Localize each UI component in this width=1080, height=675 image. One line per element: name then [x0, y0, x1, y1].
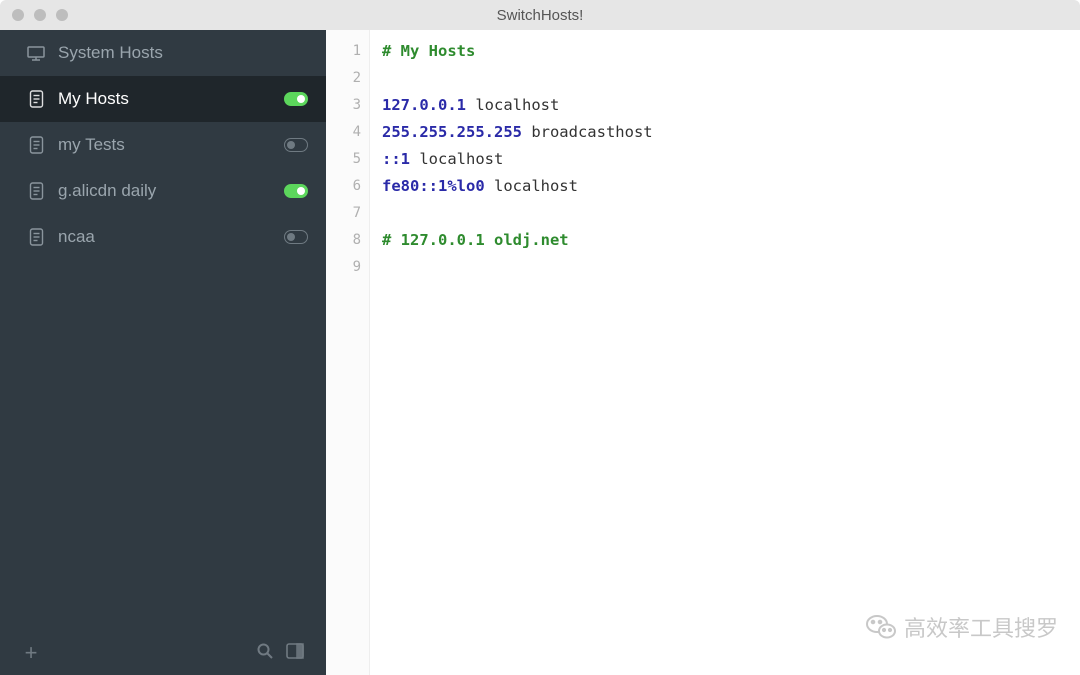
- code-line[interactable]: # 127.0.0.1 oldj.net: [382, 227, 1068, 254]
- comment-token: # My Hosts: [382, 42, 475, 60]
- code-line[interactable]: 255.255.255.255 broadcasthost: [382, 119, 1068, 146]
- ip-token: 127.0.0.1: [382, 96, 466, 114]
- sidebar-item[interactable]: g.alicdn daily: [0, 168, 326, 214]
- document-icon: [26, 90, 46, 108]
- line-number: 8: [326, 227, 369, 254]
- code-line[interactable]: [382, 65, 1068, 92]
- ip-token: ::1: [382, 150, 410, 168]
- sidebar-item-system-hosts[interactable]: System Hosts: [0, 30, 326, 76]
- host-token: localhost: [466, 96, 559, 114]
- add-button[interactable]: +: [16, 638, 46, 668]
- sidebar-item-label: System Hosts: [58, 43, 308, 63]
- code-line[interactable]: # My Hosts: [382, 38, 1068, 65]
- toggle-switch[interactable]: [284, 92, 308, 106]
- plus-icon: +: [25, 642, 38, 664]
- document-icon: [26, 182, 46, 200]
- sidebar: System Hosts My Hosts my Tests g.alicdn da…: [0, 30, 326, 675]
- panel-icon: [286, 643, 304, 664]
- line-number: 1: [326, 38, 369, 65]
- line-number: 3: [326, 92, 369, 119]
- code-line[interactable]: fe80::1%lo0 localhost: [382, 173, 1068, 200]
- document-icon: [26, 136, 46, 154]
- line-number: 2: [326, 65, 369, 92]
- host-token: localhost: [485, 177, 578, 195]
- sidebar-item[interactable]: ncaa: [0, 214, 326, 260]
- line-gutter: 123456789: [326, 30, 370, 675]
- code-line[interactable]: [382, 200, 1068, 227]
- host-token: broadcasthost: [522, 123, 653, 141]
- titlebar: SwitchHosts!: [0, 0, 1080, 30]
- host-token: localhost: [410, 150, 503, 168]
- code-area[interactable]: # My Hosts127.0.0.1 localhost255.255.255…: [370, 30, 1080, 675]
- sidebar-item-label: g.alicdn daily: [58, 181, 284, 201]
- ip-token: fe80::1%lo0: [382, 177, 485, 195]
- code-line[interactable]: 127.0.0.1 localhost: [382, 92, 1068, 119]
- sidebar-item-label: My Hosts: [58, 89, 284, 109]
- toggle-switch[interactable]: [284, 184, 308, 198]
- line-number: 9: [326, 254, 369, 281]
- sidebar-item-label: ncaa: [58, 227, 284, 247]
- line-number: 7: [326, 200, 369, 227]
- sidebar-list: System Hosts My Hosts my Tests g.alicdn da…: [0, 30, 326, 631]
- sidebar-item-label: my Tests: [58, 135, 284, 155]
- window-title: SwitchHosts!: [0, 7, 1080, 24]
- line-number: 5: [326, 146, 369, 173]
- code-line[interactable]: ::1 localhost: [382, 146, 1068, 173]
- toggle-switch[interactable]: [284, 138, 308, 152]
- editor[interactable]: 123456789 # My Hosts127.0.0.1 localhost2…: [326, 30, 1080, 675]
- search-button[interactable]: [250, 638, 280, 668]
- ip-token: 255.255.255.255: [382, 123, 522, 141]
- toggle-switch[interactable]: [284, 230, 308, 244]
- line-number: 4: [326, 119, 369, 146]
- sidebar-footer: +: [0, 631, 326, 675]
- sidebar-item[interactable]: My Hosts: [0, 76, 326, 122]
- sidebar-item[interactable]: my Tests: [0, 122, 326, 168]
- comment-token: # 127.0.0.1 oldj.net: [382, 231, 569, 249]
- code-line[interactable]: [382, 254, 1068, 281]
- document-icon: [26, 228, 46, 246]
- panel-toggle-button[interactable]: [280, 638, 310, 668]
- monitor-icon: [26, 46, 46, 61]
- line-number: 6: [326, 173, 369, 200]
- search-icon: [256, 642, 274, 665]
